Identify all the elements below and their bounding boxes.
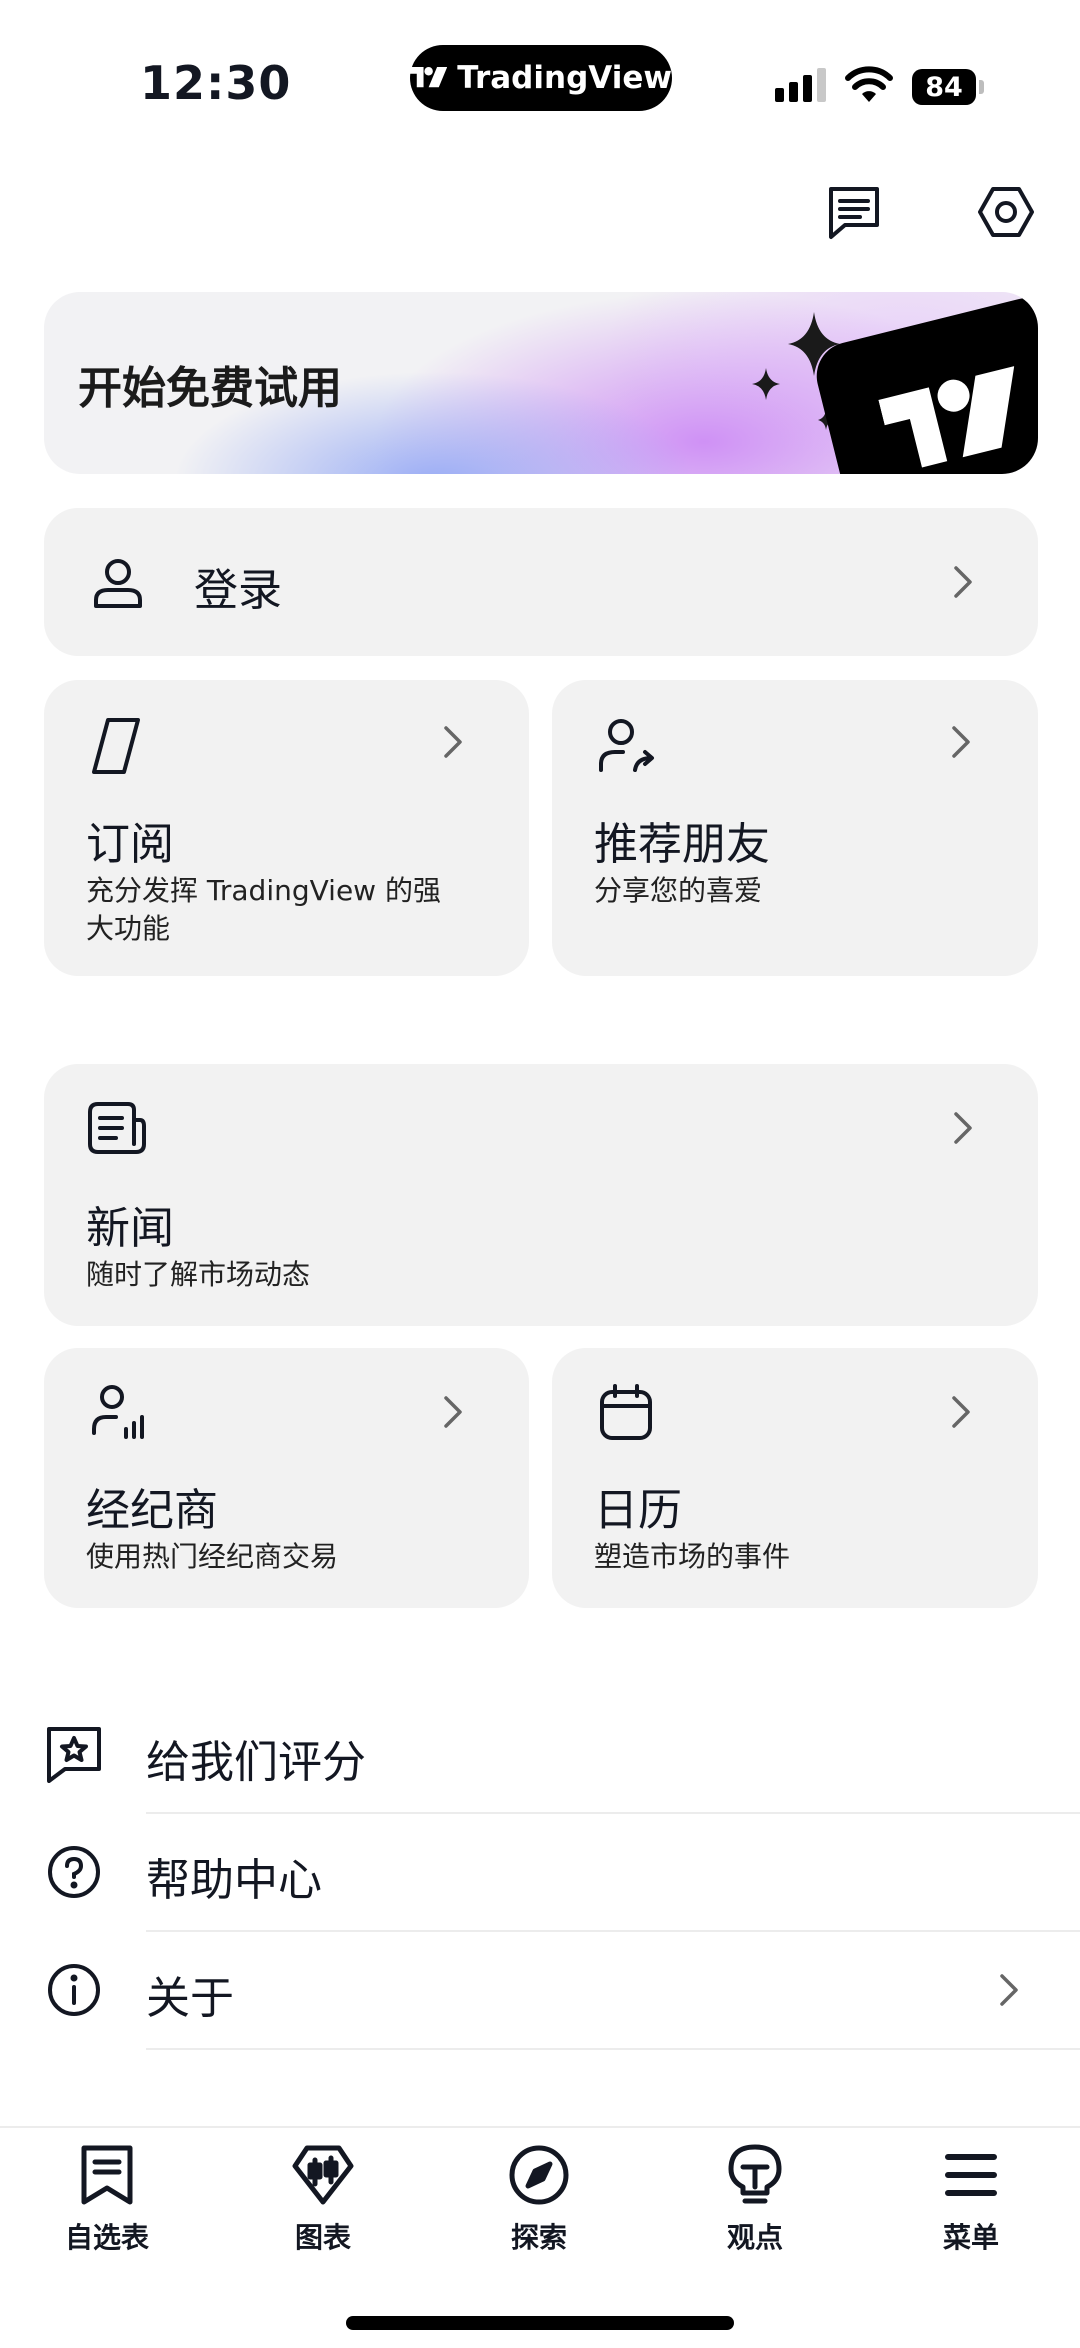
- app-pill-label: TradingView: [457, 60, 672, 96]
- subscription-subtitle-line2: 大功能: [86, 912, 171, 945]
- home-indicator[interactable]: [346, 2316, 734, 2330]
- refer-friend-subtitle: 分享您的喜爱: [594, 874, 763, 907]
- calendar-card[interactable]: 日历 塑造市场的事件: [552, 1348, 1038, 1608]
- help-center-label: 帮助中心: [146, 1855, 322, 1906]
- cellular-signal-icon: [775, 68, 826, 102]
- parallelogram-icon: [84, 714, 148, 778]
- divider: [146, 2048, 1080, 2050]
- news-card[interactable]: 新闻 随时了解市场动态: [44, 1064, 1038, 1326]
- bottom-nav: 自选表 图表 探索 观点 菜单: [0, 2128, 1080, 2268]
- chevron-right-icon: [946, 1392, 976, 1432]
- brokers-subtitle: 使用热门经纪商交易: [86, 1540, 339, 1573]
- watchlist-icon: [74, 2142, 140, 2208]
- user-chart-icon: [88, 1380, 152, 1444]
- calendar-title: 日历: [594, 1485, 682, 1536]
- tab-menu-label: 菜单: [942, 2221, 999, 2254]
- tab-menu[interactable]: 菜单: [896, 2142, 1046, 2262]
- subscription-title: 订阅: [86, 819, 174, 870]
- list-item-rate-us[interactable]: 给我们评分: [0, 1696, 1080, 1814]
- tab-watchlist-label: 自选表: [64, 2221, 149, 2254]
- tab-explore[interactable]: 探索: [464, 2142, 614, 2262]
- tab-chart[interactable]: 图表: [248, 2142, 398, 2262]
- star-chat-icon: [44, 1724, 104, 1784]
- about-label: 关于: [146, 1973, 234, 2024]
- brokers-card[interactable]: 经纪商 使用热门经纪商交易: [44, 1348, 529, 1608]
- user-share-icon: [596, 714, 660, 778]
- list-item-about[interactable]: 关于: [0, 1932, 1080, 2050]
- wifi-icon: [845, 66, 893, 108]
- calendar-subtitle: 塑造市场的事件: [594, 1540, 791, 1573]
- news-title: 新闻: [86, 1203, 174, 1254]
- compass-icon: [506, 2142, 572, 2208]
- settings-icon[interactable]: [974, 180, 1038, 244]
- tab-ideas[interactable]: 观点: [680, 2142, 830, 2262]
- login-card[interactable]: 登录: [44, 508, 1038, 656]
- news-subtitle: 随时了解市场动态: [86, 1258, 311, 1291]
- dynamic-island-app-pill[interactable]: TradingView: [410, 45, 672, 111]
- rate-us-label: 给我们评分: [146, 1737, 366, 1788]
- free-trial-title: 开始免费试用: [78, 363, 342, 414]
- brokers-title: 经纪商: [86, 1485, 218, 1536]
- lightbulb-icon: [722, 2142, 788, 2208]
- tab-watchlist[interactable]: 自选表: [32, 2142, 182, 2262]
- tab-explore-label: 探索: [510, 2221, 567, 2254]
- user-icon: [86, 550, 150, 614]
- chevron-right-icon: [946, 722, 976, 762]
- hamburger-menu-icon: [938, 2142, 1004, 2208]
- question-circle-icon: [44, 1842, 104, 1902]
- subscription-subtitle: 充分发挥 TradingView 的强 大功能: [86, 872, 506, 948]
- free-trial-banner[interactable]: 开始免费试用: [44, 292, 1038, 474]
- status-bar: 12:30 TradingView 84: [0, 0, 1080, 150]
- subscription-card[interactable]: 订阅 充分发挥 TradingView 的强 大功能: [44, 680, 529, 976]
- chevron-right-icon: [994, 1970, 1024, 2010]
- chevron-right-icon: [438, 722, 468, 762]
- chart-candle-icon: [290, 2142, 356, 2208]
- newspaper-icon: [84, 1096, 148, 1160]
- tab-ideas-label: 观点: [726, 2221, 783, 2254]
- battery-icon: 84: [912, 69, 976, 105]
- status-time: 12:30: [140, 56, 292, 110]
- list-item-help-center[interactable]: 帮助中心: [0, 1814, 1080, 1932]
- chevron-right-icon: [948, 1108, 978, 1148]
- chevron-right-icon: [438, 1392, 468, 1432]
- tab-chart-label: 图表: [294, 2221, 351, 2254]
- chat-icon[interactable]: [822, 180, 886, 244]
- calendar-icon: [594, 1380, 658, 1444]
- refer-friend-card[interactable]: 推荐朋友 分享您的喜爱: [552, 680, 1038, 976]
- tradingview-logo-icon: [410, 66, 448, 88]
- refer-friend-title: 推荐朋友: [594, 819, 770, 870]
- login-label: 登录: [194, 565, 282, 616]
- subscription-subtitle-line1: 充分发挥 TradingView 的强: [86, 874, 441, 907]
- battery-cap: [979, 80, 984, 94]
- info-circle-icon: [44, 1960, 104, 2020]
- chevron-right-icon: [948, 562, 978, 602]
